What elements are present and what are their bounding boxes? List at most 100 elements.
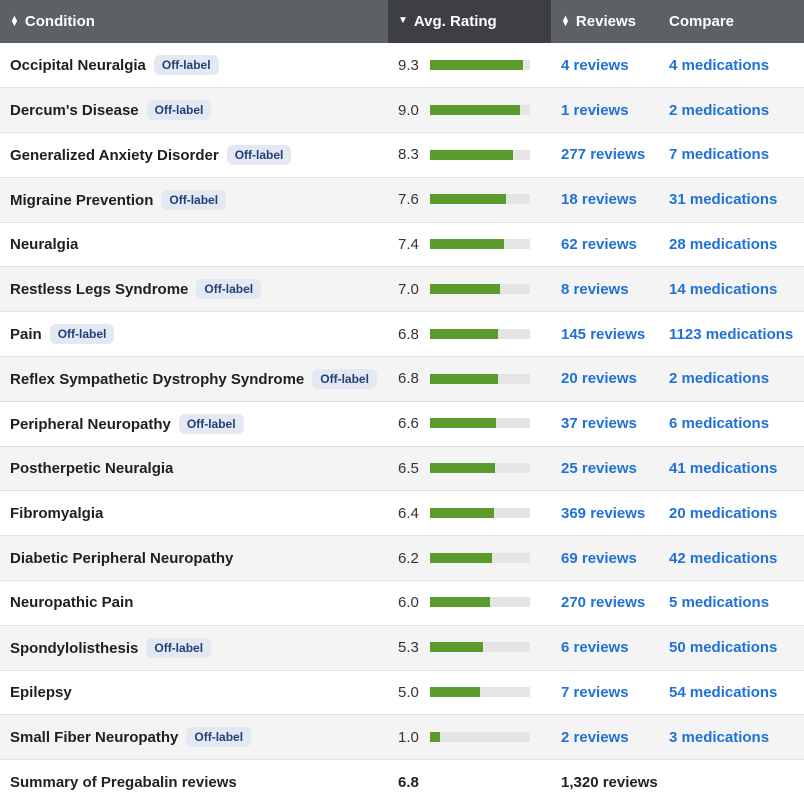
condition-name: Epilepsy bbox=[10, 684, 72, 702]
reviews-link[interactable]: 8 reviews bbox=[561, 281, 629, 298]
rating-bar-fill bbox=[430, 597, 490, 608]
reviews-link[interactable]: 62 reviews bbox=[561, 236, 637, 253]
reviews-cell: 7 reviews bbox=[551, 670, 659, 716]
compare-medications-link[interactable]: 3 medications bbox=[669, 729, 769, 746]
column-label-reviews: Reviews bbox=[575, 13, 636, 30]
rating-bar bbox=[430, 642, 530, 653]
rating-bar bbox=[430, 507, 530, 518]
reviews-cell: 277 reviews bbox=[551, 132, 659, 178]
reviews-cell: 369 reviews bbox=[551, 490, 659, 537]
rating-bar-fill bbox=[430, 463, 495, 474]
reviews-link[interactable]: 1 reviews bbox=[561, 102, 629, 119]
reviews-link[interactable]: 277 reviews bbox=[561, 146, 645, 163]
rating-bar-fill bbox=[430, 104, 520, 115]
rating-cell: 6.8 bbox=[388, 356, 551, 402]
condition-name: Pain bbox=[10, 326, 42, 344]
condition-name: Neuralgia bbox=[10, 236, 79, 254]
reviews-cell: 20 reviews bbox=[551, 356, 659, 402]
compare-medications-link[interactable]: 54 medications bbox=[669, 684, 777, 701]
condition-cell: Diabetic Peripheral Neuropathy bbox=[0, 535, 388, 582]
table-row: Epilepsy 5.0 7 reviews 54 medications bbox=[0, 670, 804, 716]
rating-cell: 7.6 bbox=[388, 177, 551, 223]
compare-medications-link[interactable]: 50 medications bbox=[669, 639, 777, 656]
compare-cell: 7 medications bbox=[659, 132, 804, 178]
reviews-link[interactable]: 6 reviews bbox=[561, 639, 629, 656]
rating-value: 8.3 bbox=[398, 146, 419, 164]
compare-medications-link[interactable]: 42 medications bbox=[669, 550, 777, 567]
column-header-reviews[interactable]: ▲ ▼ Reviews bbox=[551, 0, 659, 43]
sort-descending-icon: ▼ bbox=[398, 15, 408, 27]
compare-cell: 50 medications bbox=[659, 625, 804, 671]
rating-bar bbox=[430, 373, 530, 384]
reviews-cell: 25 reviews bbox=[551, 446, 659, 492]
rating-bar bbox=[430, 552, 530, 563]
table-row: Neuropathic Pain 6.0 270 reviews 5 medic… bbox=[0, 580, 804, 626]
reviews-link[interactable]: 25 reviews bbox=[561, 460, 637, 477]
condition-cell: Reflex Sympathetic Dystrophy Syndrome Off… bbox=[0, 356, 388, 402]
rating-value: 1.0 bbox=[398, 728, 419, 746]
reviews-cell: 18 reviews bbox=[551, 177, 659, 223]
compare-medications-link[interactable]: 41 medications bbox=[669, 460, 777, 477]
rating-bar bbox=[430, 328, 530, 339]
rating-value: 5.3 bbox=[398, 639, 419, 657]
column-header-rating[interactable]: ▼ Avg. Rating bbox=[388, 0, 551, 43]
reviews-link[interactable]: 369 reviews bbox=[561, 505, 645, 522]
reviews-link[interactable]: 7 reviews bbox=[561, 684, 629, 701]
rating-bar bbox=[430, 104, 530, 115]
sort-icon: ▲ ▼ bbox=[10, 13, 19, 29]
rating-bar-fill bbox=[430, 731, 440, 742]
column-header-condition[interactable]: ▲ ▼ Condition bbox=[0, 0, 388, 43]
reviews-cell: 2 reviews bbox=[551, 714, 659, 761]
reviews-link[interactable]: 20 reviews bbox=[561, 370, 637, 387]
compare-medications-link[interactable]: 14 medications bbox=[669, 281, 777, 298]
summary-row: Summary of Pregabalin reviews 6.8 1,320 re… bbox=[0, 759, 804, 804]
compare-medications-link[interactable]: 5 medications bbox=[669, 594, 769, 611]
table-row: Pain Off-label 6.8 145 reviews 1123 medic… bbox=[0, 311, 804, 358]
off-label-badge: Off-label bbox=[146, 637, 212, 658]
condition-name: Small Fiber Neuropathy bbox=[10, 729, 179, 747]
reviews-link[interactable]: 18 reviews bbox=[561, 191, 637, 208]
compare-cell: 28 medications bbox=[659, 222, 804, 268]
reviews-cell: 8 reviews bbox=[551, 266, 659, 313]
reviews-link[interactable]: 2 reviews bbox=[561, 729, 629, 746]
reviews-link[interactable]: 37 reviews bbox=[561, 415, 637, 432]
reviews-link[interactable]: 270 reviews bbox=[561, 594, 645, 611]
table-row: Small Fiber Neuropathy Off-label 1.0 2 re… bbox=[0, 714, 804, 761]
off-label-badge: Off-label bbox=[226, 144, 292, 165]
rating-cell: 6.0 bbox=[388, 580, 551, 626]
compare-medications-link[interactable]: 6 medications bbox=[669, 415, 769, 432]
reviews-cell: 270 reviews bbox=[551, 580, 659, 626]
compare-cell: 14 medications bbox=[659, 266, 804, 313]
rating-bar-fill bbox=[430, 194, 506, 205]
compare-medications-link[interactable]: 31 medications bbox=[669, 191, 777, 208]
reviews-link[interactable]: 145 reviews bbox=[561, 326, 645, 343]
compare-cell: 31 medications bbox=[659, 177, 804, 223]
condition-name: Dercum's Disease bbox=[10, 102, 139, 120]
compare-medications-link[interactable]: 7 medications bbox=[669, 146, 769, 163]
compare-medications-link[interactable]: 20 medications bbox=[669, 505, 777, 522]
compare-medications-link[interactable]: 1123 medications bbox=[669, 326, 793, 343]
rating-value: 5.0 bbox=[398, 684, 419, 702]
reviews-link[interactable]: 69 reviews bbox=[561, 550, 637, 567]
compare-medications-link[interactable]: 2 medications bbox=[669, 370, 769, 387]
compare-medications-link[interactable]: 2 medications bbox=[669, 102, 769, 119]
rating-bar bbox=[430, 463, 530, 474]
compare-medications-link[interactable]: 28 medications bbox=[669, 236, 777, 253]
reviews-link[interactable]: 4 reviews bbox=[561, 57, 629, 74]
table-row: Occipital Neuralgia Off-label 9.3 4 revie… bbox=[0, 43, 804, 89]
rating-bar bbox=[430, 731, 530, 742]
condition-cell: Pain Off-label bbox=[0, 311, 388, 358]
rating-bar-fill bbox=[430, 149, 513, 160]
condition-cell: Epilepsy bbox=[0, 670, 388, 716]
compare-medications-link[interactable]: 4 medications bbox=[669, 57, 769, 74]
condition-name: Generalized Anxiety Disorder bbox=[10, 146, 219, 164]
rating-bar-fill bbox=[430, 373, 498, 384]
rating-bar bbox=[430, 59, 530, 70]
condition-name: Spondylolisthesis bbox=[10, 639, 139, 657]
condition-cell: Peripheral Neuropathy Off-label bbox=[0, 401, 388, 447]
rating-bar bbox=[430, 597, 530, 608]
off-label-badge: Off-label bbox=[312, 368, 377, 389]
column-header-compare: Compare bbox=[659, 0, 804, 43]
table-row: Peripheral Neuropathy Off-label 6.6 37 re… bbox=[0, 401, 804, 447]
off-label-badge: Off-label bbox=[196, 279, 262, 300]
